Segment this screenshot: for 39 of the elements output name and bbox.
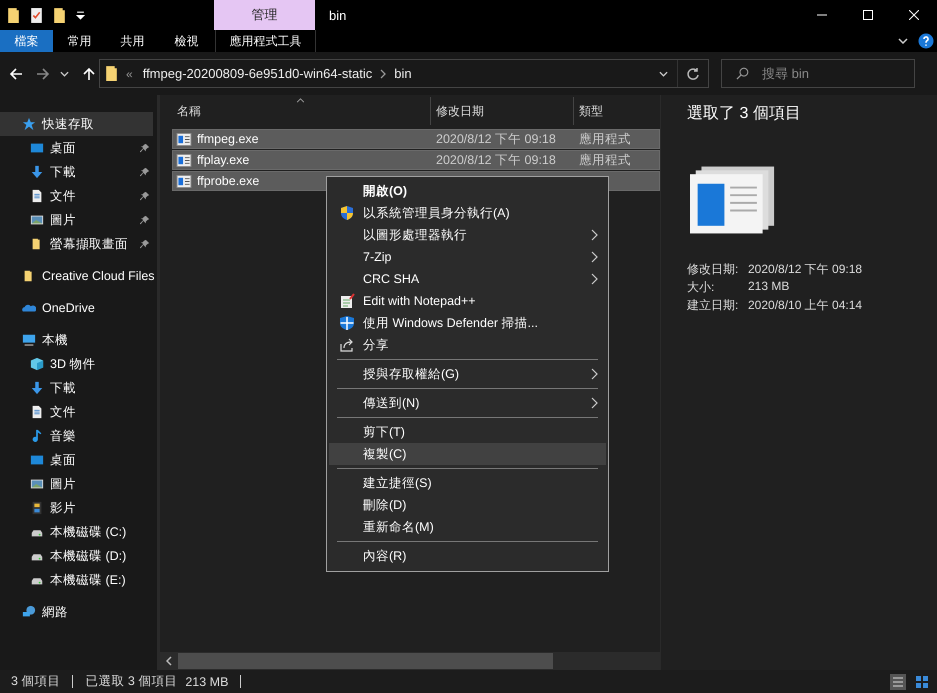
contextual-tab-header: 管理 [214, 0, 315, 30]
modified-date: 2020/8/12 下午 09:18 [436, 130, 556, 148]
nav-label: 音樂 [50, 428, 77, 444]
nav-label: 圖片 [50, 476, 77, 492]
nav-label: 網路 [42, 604, 69, 620]
nav-label: 下載 [50, 164, 77, 180]
property-value: 2020/8/10 上午 04:14 [748, 297, 864, 314]
nav-label: 桌面 [50, 140, 77, 156]
nav-label: 下載 [50, 380, 77, 396]
nav-label: 3D 物件 [50, 356, 96, 372]
file-type: 應用程式 [579, 130, 631, 148]
nav-label: 本機 [42, 332, 69, 348]
nav-label: Creative Cloud Files [42, 269, 155, 283]
file-name: ffplay.exe [197, 153, 250, 167]
property-label: 大小: [687, 279, 716, 296]
nav-label: 桌面 [50, 452, 77, 468]
nav-label: 本機磁碟 (D:) [50, 548, 128, 564]
nav-label: 本機磁碟 (C:) [50, 524, 128, 540]
nav-label: 影片 [50, 500, 77, 516]
nav-label: 螢幕擷取畫面 [50, 236, 129, 252]
property-value: 2020/8/12 下午 09:18 [748, 261, 864, 278]
property-label: 建立日期: [687, 297, 740, 314]
details-heading: 選取了 3 個項目 [687, 104, 802, 124]
nav-label: 本機磁碟 (E:) [50, 572, 127, 588]
nav-label: OneDrive [42, 301, 96, 315]
modified-date: 2020/8/12 下午 09:18 [436, 152, 556, 168]
nav-label: 文件 [50, 188, 77, 204]
status-text: 3 個項目 [11, 673, 60, 690]
file-type: 應用程式 [579, 152, 631, 168]
nav-label: 圖片 [50, 212, 77, 228]
nav-label: 文件 [50, 404, 77, 420]
property-value: 213 MB [748, 279, 790, 295]
status-text: 213 MB [185, 674, 228, 688]
file-name: ffmpeg.exe [197, 132, 259, 146]
status-text: 已選取 3 個項目 [85, 673, 178, 690]
property-label: 修改日期: [687, 261, 740, 278]
file-name: ffprobe.exe [197, 174, 260, 188]
window-title: bin [329, 8, 346, 22]
nav-label: 快速存取 [42, 116, 95, 132]
